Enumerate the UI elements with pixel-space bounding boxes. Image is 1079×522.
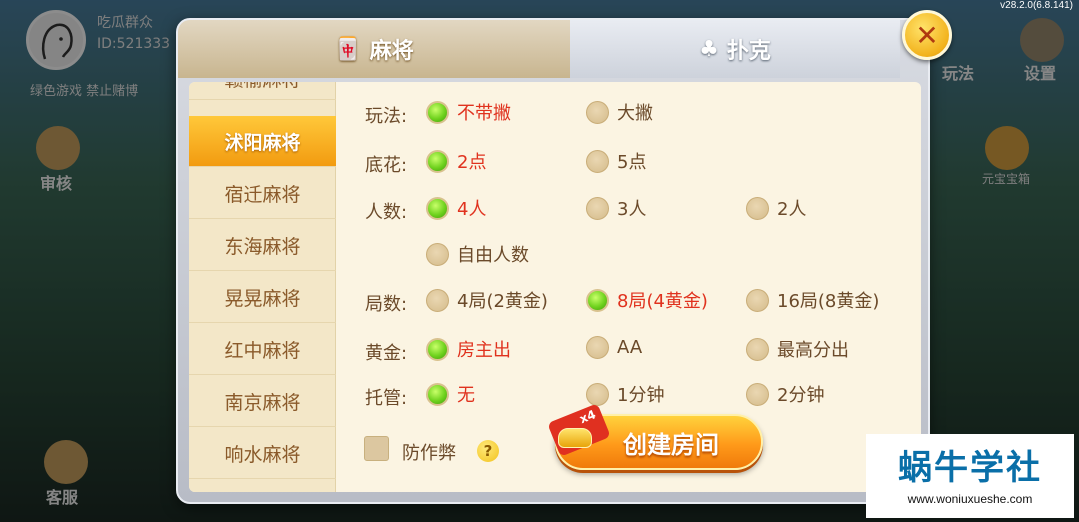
watermark-title: 蜗牛学社 xyxy=(898,448,1042,488)
tab-poker[interactable]: ♣ 扑克 xyxy=(570,20,900,78)
sidebar-item[interactable]: 晃晃麻将 xyxy=(189,272,336,323)
dihua-option[interactable]: 5点 xyxy=(586,148,646,174)
wanfa-option[interactable]: 大撇 xyxy=(586,99,653,125)
close-icon: ✕ xyxy=(915,18,939,52)
sidebar-item[interactable]: 响水麻将 xyxy=(189,428,336,479)
tuoguan-option[interactable]: 1分钟 xyxy=(586,381,664,407)
option-text: AA xyxy=(617,337,643,358)
sidebar-item[interactable]: 红中麻将 xyxy=(189,324,336,375)
club-suit-icon: ♣ xyxy=(699,36,719,62)
huangjin-option[interactable]: AA xyxy=(586,336,642,359)
radio-off[interactable] xyxy=(586,196,609,220)
jushu-label: 局数: xyxy=(365,294,408,315)
mahjong-tile-icon: 🀄 xyxy=(334,36,362,62)
option-text: 3人 xyxy=(617,199,647,220)
option-text: 不带撇 xyxy=(457,103,511,124)
game-type-sidebar: 赣榆麻将 沭阳麻将 宿迁麻将 东海麻将 晃晃麻将 红中麻将 南京麻将 响水麻将 xyxy=(189,82,336,492)
renshu-option[interactable]: 2人 xyxy=(746,195,806,221)
option-text: 8局(4黄金) xyxy=(617,291,708,312)
option-text: 房主出 xyxy=(457,340,511,361)
tab-mahjong-label: 麻将 xyxy=(369,39,414,64)
anticheat-label: 防作弊 xyxy=(402,443,456,464)
create-room-label: 创建房间 xyxy=(623,430,719,459)
jushu-option[interactable]: 4局(2黄金) xyxy=(426,287,548,313)
renshu-option[interactable]: 4人 xyxy=(426,195,486,221)
tuoguan-option[interactable]: 2分钟 xyxy=(746,381,824,407)
radio-off[interactable] xyxy=(586,336,609,359)
radio-on[interactable] xyxy=(426,382,449,406)
radio-on[interactable] xyxy=(426,149,449,173)
huangjin-label: 黄金: xyxy=(365,343,408,364)
radio-on[interactable] xyxy=(586,288,609,312)
radio-off[interactable] xyxy=(586,149,609,173)
watermark: 蜗牛学社 www.woniuxueshe.com xyxy=(866,434,1074,518)
tab-poker-label: 扑克 xyxy=(726,39,771,64)
option-text: 自由人数 xyxy=(457,245,529,266)
gold-ingot-icon xyxy=(558,428,592,448)
radio-off[interactable] xyxy=(746,288,769,312)
radio-off[interactable] xyxy=(586,100,609,124)
sidebar-item[interactable]: 南京麻将 xyxy=(189,376,336,427)
watermark-url: www.woniuxueshe.com xyxy=(907,492,1033,506)
close-button[interactable]: ✕ xyxy=(902,10,952,60)
radio-on[interactable] xyxy=(426,196,449,220)
jushu-option[interactable]: 8局(4黄金) xyxy=(586,287,708,313)
option-text: 2点 xyxy=(457,152,487,173)
option-text: 大撇 xyxy=(617,103,653,124)
tab-mahjong[interactable]: 🀄 麻将 xyxy=(178,20,570,78)
anticheat-checkbox[interactable] xyxy=(364,436,389,461)
wanfa-label: 玩法: xyxy=(365,106,408,127)
radio-off[interactable] xyxy=(746,382,769,406)
sidebar-item[interactable]: 东海麻将 xyxy=(189,220,336,271)
sidebar-item[interactable]: 赣榆麻将 xyxy=(189,82,336,100)
help-icon[interactable]: ? xyxy=(477,440,499,462)
dihua-option[interactable]: 2点 xyxy=(426,148,486,174)
tuoguan-option[interactable]: 无 xyxy=(426,381,475,407)
radio-off[interactable] xyxy=(586,382,609,406)
sidebar-item[interactable]: 宿迁麻将 xyxy=(189,168,336,219)
radio-off[interactable] xyxy=(426,242,449,266)
renshu-label: 人数: xyxy=(365,202,408,223)
radio-off[interactable] xyxy=(426,288,449,312)
option-text: 1分钟 xyxy=(617,385,665,406)
sidebar-item-active[interactable]: 沭阳麻将 xyxy=(189,116,336,167)
tuoguan-label: 托管: xyxy=(365,388,408,409)
renshu-option[interactable]: 自由人数 xyxy=(426,241,529,267)
radio-on[interactable] xyxy=(426,337,449,361)
option-text: 2分钟 xyxy=(777,385,825,406)
wanfa-option[interactable]: 不带撇 xyxy=(426,99,511,125)
option-text: 最高分出 xyxy=(777,340,849,361)
option-text: 16局(8黄金) xyxy=(777,291,880,312)
option-text: 无 xyxy=(457,385,475,406)
radio-on[interactable] xyxy=(426,100,449,124)
radio-off[interactable] xyxy=(746,337,769,361)
option-text: 4局(2黄金) xyxy=(457,291,548,312)
option-text: 4人 xyxy=(457,199,487,220)
huangjin-option[interactable]: 最高分出 xyxy=(746,336,849,362)
renshu-option[interactable]: 3人 xyxy=(586,195,646,221)
jushu-option[interactable]: 16局(8黄金) xyxy=(746,287,879,313)
dihua-label: 底花: xyxy=(365,155,408,176)
version-text: v28.2.0(6.8.141) xyxy=(1000,0,1073,11)
huangjin-option[interactable]: 房主出 xyxy=(426,336,511,362)
radio-off[interactable] xyxy=(746,196,769,220)
option-text: 2人 xyxy=(777,199,807,220)
option-text: 5点 xyxy=(617,152,647,173)
